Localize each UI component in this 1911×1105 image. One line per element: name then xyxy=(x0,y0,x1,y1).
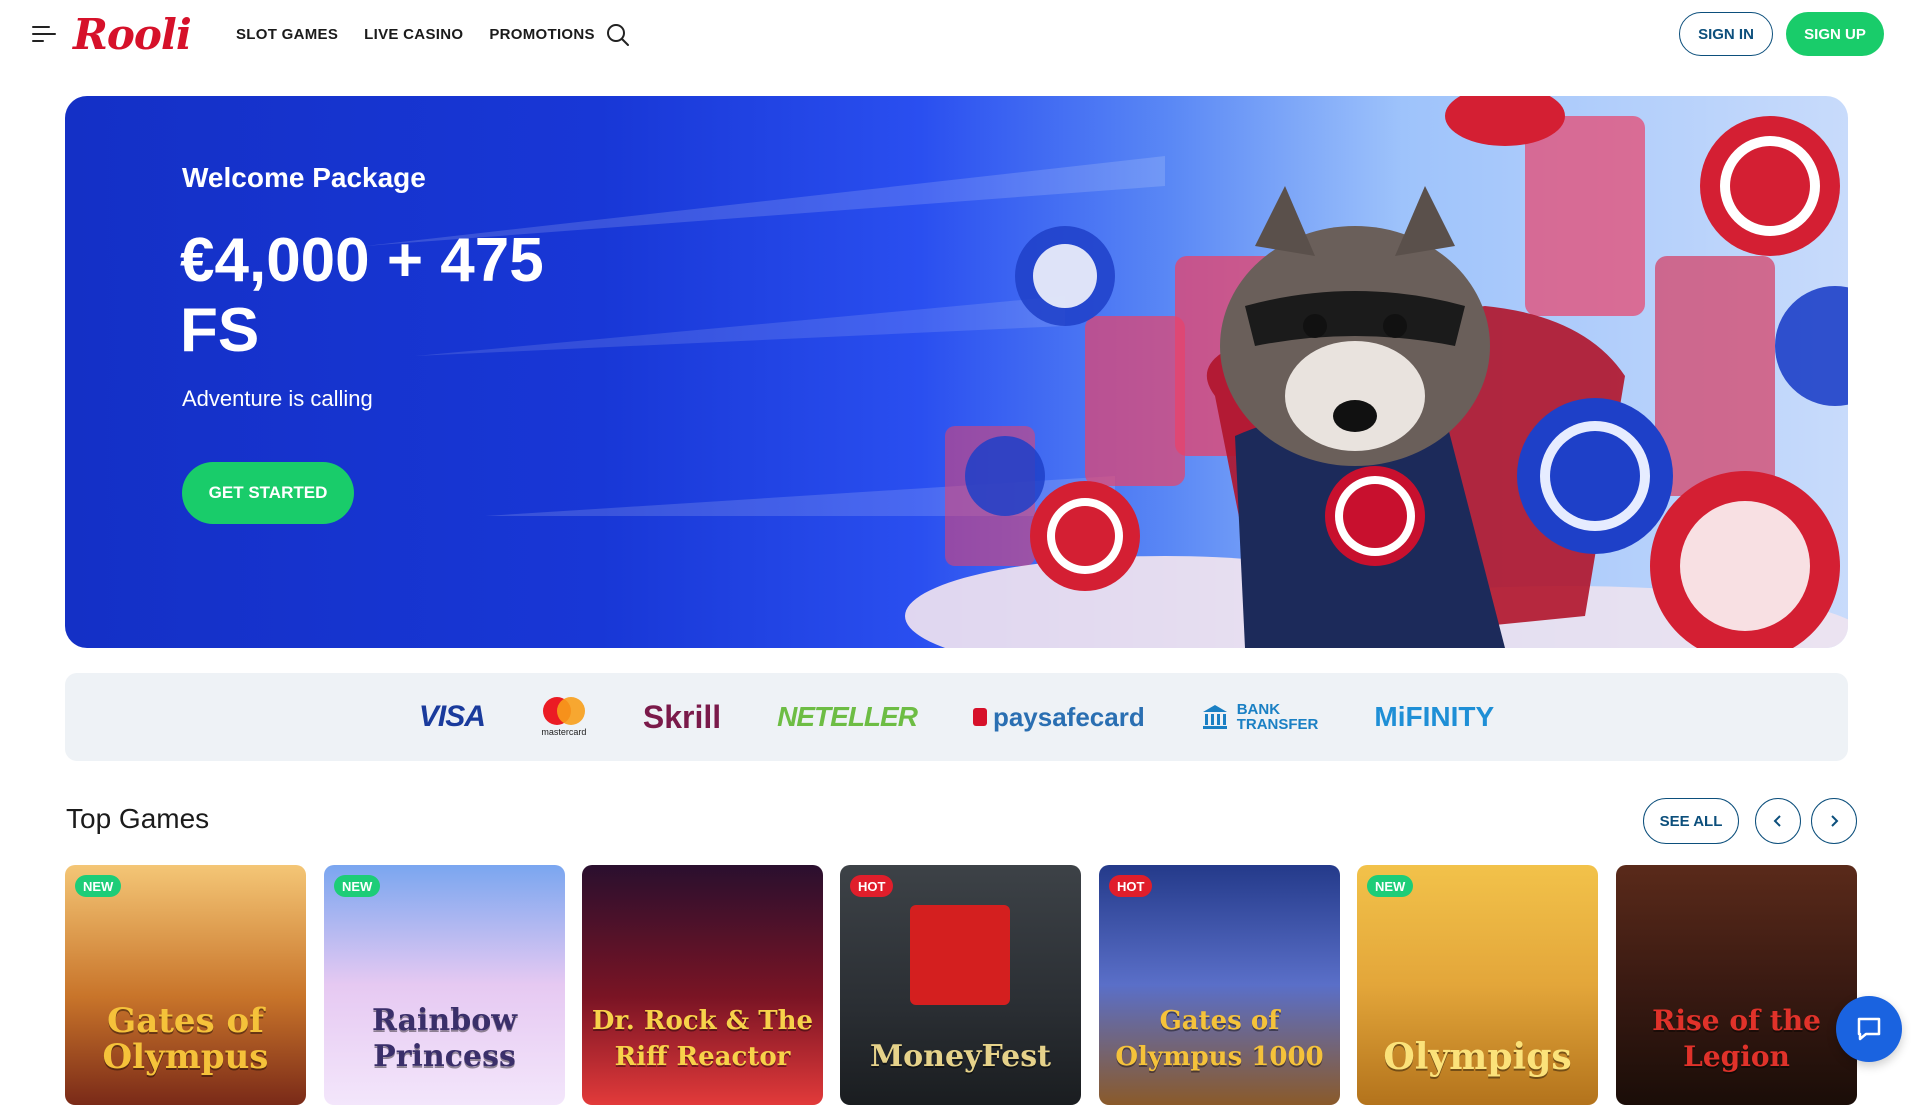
section-title: Top Games xyxy=(66,803,210,834)
bank-icon xyxy=(1202,705,1227,729)
mastercard-label: mastercard xyxy=(541,727,587,737)
game-card[interactable]: NEW Gates of Olympus xyxy=(65,865,306,1105)
mifinity-logo: MiFINITY xyxy=(1374,701,1495,732)
bank-label-1: BANK xyxy=(1236,701,1281,718)
game-card[interactable]: Rise of the Legion xyxy=(1616,865,1857,1105)
game-title: Rainbow Princess xyxy=(371,1003,518,1074)
paysafecard-logo: paysafecard xyxy=(972,701,1145,733)
chevron-left-icon[interactable] xyxy=(1755,798,1801,844)
game-card[interactable]: HOT MoneyFest xyxy=(840,865,1081,1105)
chevron-right-icon[interactable] xyxy=(1811,798,1857,844)
top-games-carousel: NEW Gates of Olympus NEW Rainbow Princes… xyxy=(65,865,1865,1105)
hero-tagline: Adventure is calling xyxy=(182,386,373,411)
game-card[interactable]: NEW Olympigs xyxy=(1357,865,1598,1105)
game-title: Gates of Olympus xyxy=(102,1001,269,1077)
bank-transfer-logo: BANK TRANSFER xyxy=(1201,701,1319,733)
chat-icon[interactable] xyxy=(1836,996,1902,1062)
search-icon[interactable] xyxy=(605,22,631,48)
sign-in-button[interactable]: SIGN IN xyxy=(1679,12,1773,56)
nav-slot-games[interactable]: SLOT GAMES xyxy=(236,26,338,43)
safe-illustration xyxy=(910,905,1010,1005)
game-title: Rise of the Legion xyxy=(1652,1004,1821,1073)
new-badge: NEW xyxy=(1367,875,1414,897)
get-started-button[interactable]: GET STARTED xyxy=(182,462,354,524)
bank-label-2: TRANSFER xyxy=(1236,716,1319,733)
nav-live-casino[interactable]: LIVE CASINO xyxy=(364,26,463,43)
hot-badge: HOT xyxy=(850,875,894,897)
hot-badge: HOT xyxy=(1109,875,1153,897)
hero-banner[interactable]: Welcome Package €4,000 + 475 FS Adventur… xyxy=(65,96,1848,648)
visa-logo: VISA xyxy=(418,700,486,733)
new-badge: NEW xyxy=(334,875,381,897)
payment-methods: VISA mastercard Skrill NETELLER paysafec… xyxy=(65,673,1848,761)
menu-icon[interactable] xyxy=(32,24,56,44)
mastercard-logo: mastercard xyxy=(541,697,587,737)
sign-up-button[interactable]: SIGN UP xyxy=(1786,12,1884,56)
game-card[interactable]: HOT Gates of Olympus 1000 xyxy=(1099,865,1340,1105)
nav-promotions[interactable]: PROMOTIONS xyxy=(489,26,595,43)
hero-amount: €4,000 + 475 FS xyxy=(180,226,544,365)
game-title: Olympigs xyxy=(1383,1036,1572,1078)
main-nav: SLOT GAMES LIVE CASINO PROMOTIONS xyxy=(236,26,595,43)
game-title: Dr. Rock & The Riff Reactor xyxy=(591,1006,814,1072)
game-title: Gates of Olympus 1000 xyxy=(1115,1006,1324,1072)
paysafecard-label: paysafecard xyxy=(992,701,1145,732)
site-header: Rooli SLOT GAMES LIVE CASINO PROMOTIONS … xyxy=(0,0,1911,70)
game-card[interactable]: NEW Rainbow Princess xyxy=(324,865,565,1105)
game-card[interactable]: Dr. Rock & The Riff Reactor xyxy=(582,865,823,1105)
see-all-button[interactable]: SEE ALL xyxy=(1643,798,1739,844)
neteller-logo: NETELLER xyxy=(777,701,918,732)
new-badge: NEW xyxy=(75,875,122,897)
hero-subtitle: Welcome Package xyxy=(182,162,426,193)
lock-icon xyxy=(972,708,987,726)
game-title: MoneyFest xyxy=(869,1039,1052,1074)
skrill-logo: Skrill xyxy=(642,698,722,735)
logo[interactable]: Rooli xyxy=(73,10,192,59)
